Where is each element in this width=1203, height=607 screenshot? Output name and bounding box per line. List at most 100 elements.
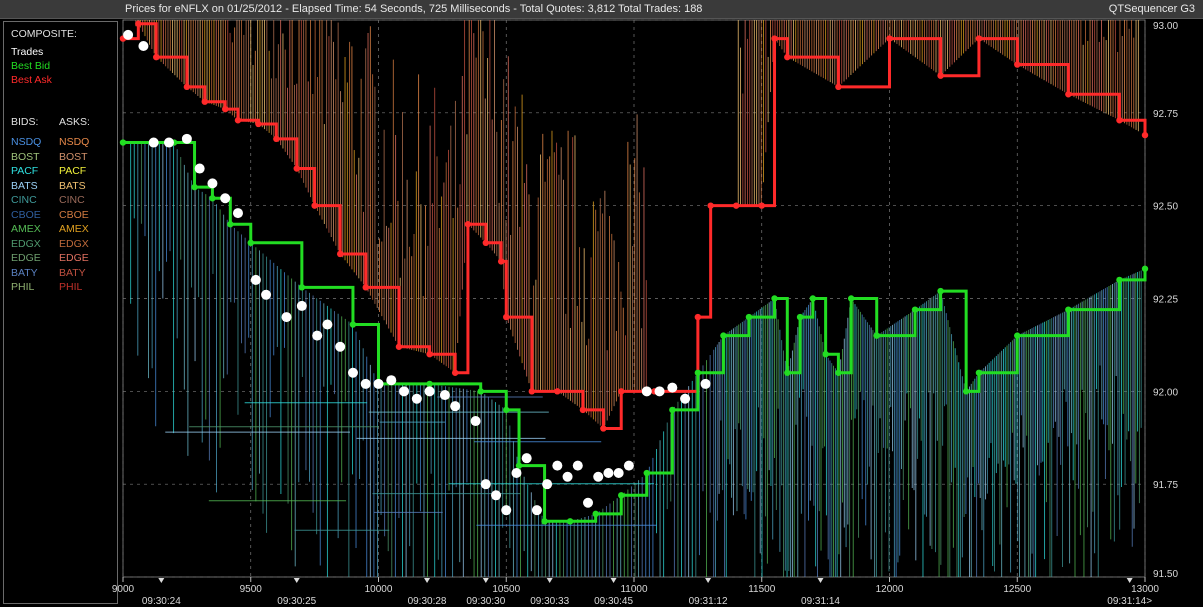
time-label: 09:30:24	[142, 596, 181, 607]
trade-point	[296, 300, 307, 311]
best-bid-line	[123, 141, 1147, 523]
best-bid-point	[1116, 276, 1123, 284]
time-label: 09:30:30	[466, 596, 505, 607]
x-tick-label: 9000	[112, 584, 135, 595]
trade-point	[360, 378, 371, 389]
best-bid-point	[975, 369, 983, 376]
best-ask-point	[135, 20, 142, 27]
best-bid-point	[566, 518, 574, 525]
time-marker	[610, 578, 617, 583]
trade-point	[521, 453, 532, 464]
best-ask-point	[600, 425, 607, 432]
trade-point	[654, 386, 665, 397]
best-ask-point	[1065, 91, 1072, 98]
trade-point	[261, 289, 272, 300]
y-axis: 93.00 92.75 92.50 92.25 92.00 91.75 91.50	[1153, 21, 1178, 580]
trade-point	[181, 133, 192, 144]
best-bid-point	[515, 462, 523, 469]
trade-point	[335, 341, 346, 352]
best-bid-point	[745, 313, 753, 321]
trade-point	[424, 386, 435, 397]
best-ask-point	[975, 35, 983, 42]
trade-point	[439, 390, 450, 401]
best-ask-point	[1014, 61, 1021, 68]
x-tick-label: 10500	[492, 584, 520, 595]
trade-point	[491, 490, 502, 501]
best-bid-point	[873, 332, 880, 339]
trade-point	[207, 178, 218, 189]
best-ask-point	[618, 388, 625, 395]
x-axis: 9000 9500 10000 10500 11000 11500 12000 12500 13…	[112, 577, 1159, 607]
best-ask-point	[201, 98, 208, 105]
price-chart: 93.00 92.75 92.50 92.25 92.00 91.75 91.50 9000…	[112, 19, 1178, 607]
best-bid-point	[720, 332, 727, 339]
x-tick-label: 12500	[1003, 584, 1031, 595]
best-ask-point	[937, 72, 944, 79]
best-ask-point	[1116, 117, 1123, 124]
best-ask-point	[886, 35, 893, 42]
best-bid-point	[503, 406, 510, 414]
best-bid-point	[1141, 265, 1149, 272]
best-ask-point	[579, 406, 587, 414]
x-tick-label: 11500	[748, 584, 776, 595]
best-bid-point	[669, 406, 676, 414]
best-bid-point	[784, 369, 791, 376]
trade-point	[322, 319, 333, 330]
y-tick-label: 92.00	[1153, 387, 1178, 398]
best-bid-point	[643, 469, 650, 477]
trade-point	[583, 497, 594, 508]
trade-point	[700, 378, 711, 389]
best-ask-point	[784, 53, 791, 61]
best-ask-point	[771, 35, 778, 42]
x-tick-label: 10000	[365, 584, 393, 595]
best-ask-point	[503, 313, 510, 321]
y-tick-label: 92.25	[1153, 295, 1178, 306]
trade-point	[480, 479, 491, 490]
trade-point	[450, 401, 461, 412]
trade-point	[572, 460, 583, 471]
best-bid-point	[796, 313, 804, 321]
trade-point	[386, 375, 397, 386]
trade-point	[623, 460, 634, 471]
trade-point	[232, 208, 243, 219]
trade-point	[281, 312, 292, 323]
best-bid-point	[618, 492, 625, 499]
best-bid-point	[209, 195, 216, 202]
best-bid-point	[835, 369, 842, 376]
trade-point	[148, 137, 159, 148]
best-bid-point	[247, 239, 254, 246]
best-bid-point	[298, 284, 306, 291]
best-bid-point	[847, 295, 855, 302]
best-bid-point	[1014, 332, 1021, 339]
trade-point	[552, 460, 563, 471]
best-bid-point	[822, 351, 829, 358]
trade-point	[250, 274, 261, 285]
trade-point	[593, 471, 604, 482]
trade-point	[163, 137, 174, 148]
best-ask-point	[362, 284, 369, 291]
time-marker	[705, 578, 712, 583]
trade-point	[501, 505, 512, 516]
time-marker	[158, 578, 165, 583]
best-ask-point	[482, 239, 490, 246]
y-tick-label: 91.75	[1153, 480, 1178, 491]
best-bid-point	[962, 388, 970, 395]
trade-point	[312, 330, 323, 341]
best-ask-point	[395, 343, 403, 350]
best-ask-point	[707, 202, 714, 209]
best-ask-point	[336, 250, 344, 258]
time-label: 09:30:33	[530, 596, 569, 607]
time-marker	[817, 578, 824, 583]
trade-point	[531, 505, 542, 516]
x-tick-label: 12000	[876, 584, 904, 595]
best-ask-point	[464, 221, 472, 228]
trade-point	[411, 393, 422, 404]
x-tick-label: 13000	[1131, 584, 1159, 595]
time-marker	[1126, 578, 1133, 583]
time-marker	[482, 578, 489, 583]
time-marker	[293, 578, 300, 583]
best-ask-point	[733, 202, 740, 209]
time-marker	[424, 578, 431, 583]
best-ask-point	[451, 369, 459, 376]
best-ask-point	[183, 83, 191, 91]
